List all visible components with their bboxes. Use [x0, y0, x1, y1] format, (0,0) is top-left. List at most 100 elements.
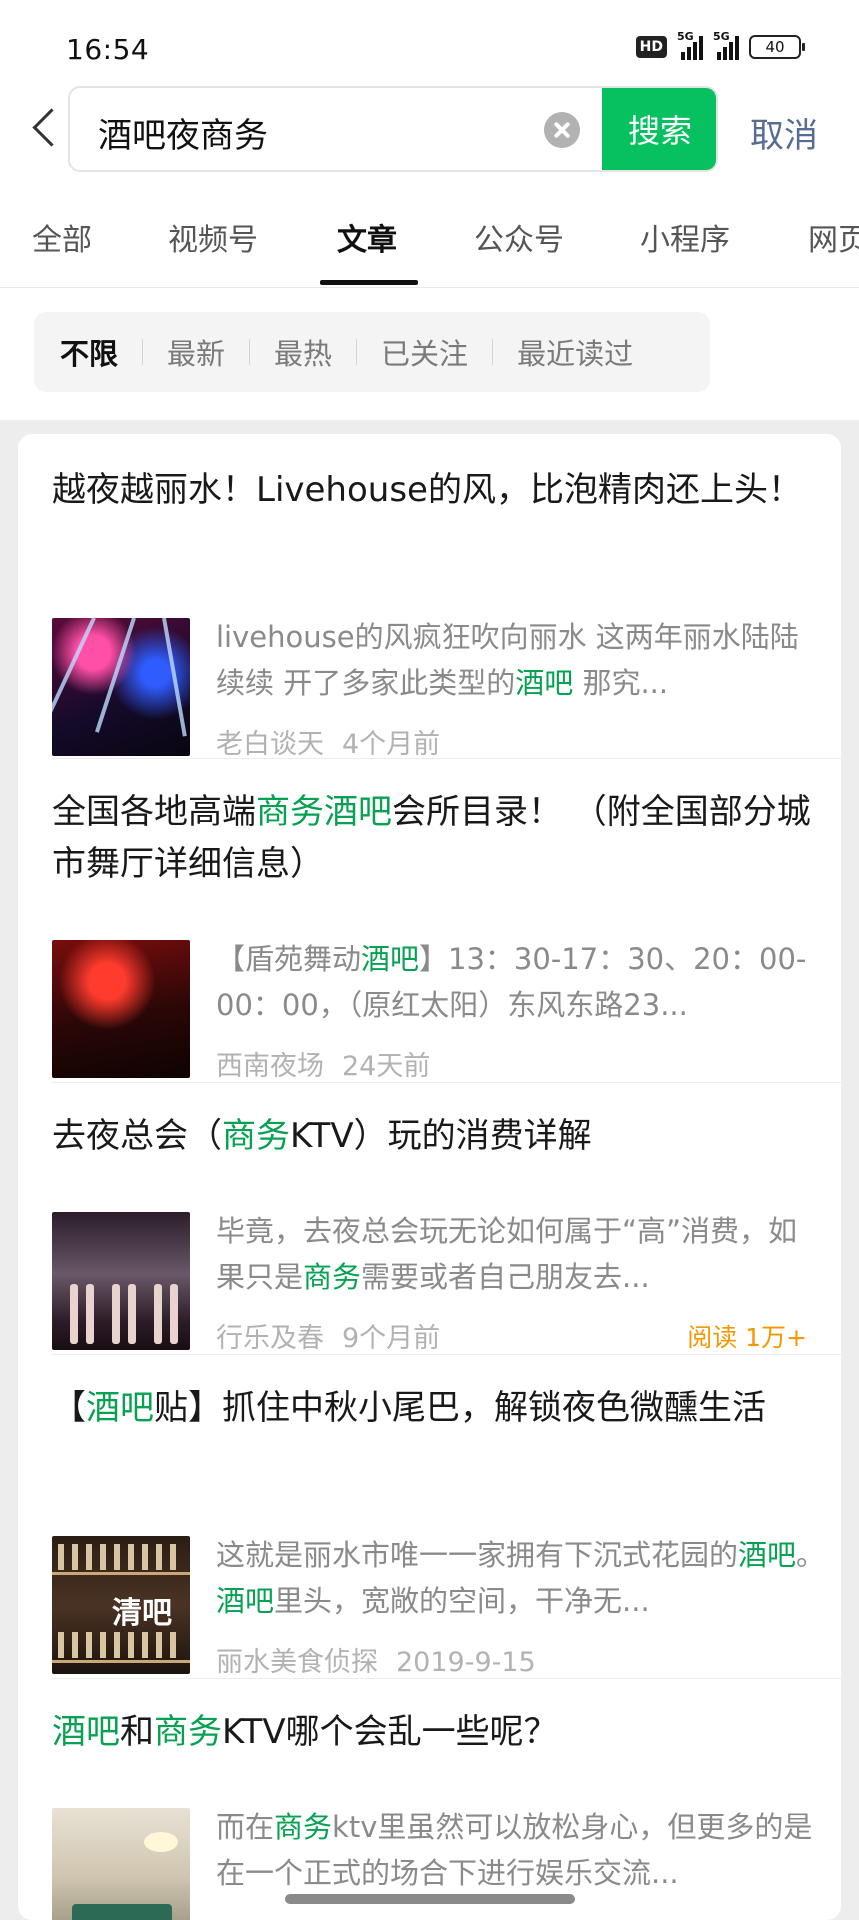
keyword-highlight: 商务酒吧	[256, 792, 392, 832]
filter-divider	[249, 339, 251, 365]
search-input[interactable]: 酒吧夜商务	[98, 108, 268, 157]
keyword-highlight: 商务	[274, 1810, 333, 1844]
text-segment: 【	[52, 1388, 86, 1428]
status-time: 16:54	[66, 33, 150, 66]
keyword-highlight: 酒吧	[216, 1584, 275, 1618]
back-arrow-icon[interactable]	[30, 108, 54, 148]
keyword-highlight: 酒吧	[738, 1538, 797, 1572]
result-item[interactable]: 全国各地高端商务酒吧会所目录！ （附全国部分城市舞厅详细信息） 【盾苑舞动酒吧】…	[18, 786, 841, 1082]
filter-hottest[interactable]: 最热	[274, 331, 332, 373]
result-divider	[52, 1678, 841, 1679]
tab-mini-programs[interactable]: 小程序	[640, 215, 730, 259]
text-segment: 贴】抓住中秋小尾巴，解锁夜色微醺生活	[154, 1388, 766, 1428]
home-indicator[interactable]	[285, 1894, 575, 1904]
result-date: 24天前	[342, 1051, 431, 1082]
text-segment: 。	[796, 1538, 826, 1572]
result-thumbnail: 清吧	[52, 1536, 190, 1674]
result-date: 4个月前	[342, 729, 441, 760]
result-title[interactable]: 全国各地高端商务酒吧会所目录！ （附全国部分城市舞厅详细信息）	[52, 786, 812, 890]
hd-voice-icon: HD	[635, 36, 667, 58]
tab-articles[interactable]: 文章	[337, 215, 397, 259]
text-segment: KTV哪个会乱一些呢？	[222, 1712, 558, 1752]
result-date: 2019-9-15	[396, 1647, 536, 1678]
keyword-highlight: 商务	[154, 1712, 222, 1752]
result-item[interactable]: 【酒吧贴】抓住中秋小尾巴，解锁夜色微醺生活 清吧 这就是丽水市唯一一家拥有下沉式…	[18, 1382, 841, 1678]
result-thumbnail	[52, 1212, 190, 1350]
status-bar: 16:54 HD 5G 5G 40	[0, 0, 859, 80]
result-meta: 西南夜场 24天前	[216, 1044, 430, 1083]
tab-all[interactable]: 全部	[32, 215, 92, 259]
system-icons: HD 5G 5G 40	[635, 30, 805, 60]
text-segment: livehouse的风疯狂吹向丽水 这两年丽水陆陆续续 开了多家此类型的	[216, 620, 799, 700]
result-thumbnail	[52, 1808, 190, 1920]
text-segment: 和	[120, 1712, 154, 1752]
filter-any[interactable]: 不限	[60, 331, 118, 373]
active-tab-indicator	[320, 280, 418, 285]
filter-bar: 不限 最新 最热 已关注 最近读过	[34, 312, 710, 392]
result-item[interactable]: 越夜越丽水！Livehouse的风，比泡精肉还上头！ livehouse的风疯狂…	[18, 464, 841, 760]
tab-channels[interactable]: 视频号	[168, 215, 258, 259]
result-thumbnail	[52, 618, 190, 756]
keyword-highlight: 商务	[303, 1260, 362, 1294]
header-area: 16:54 HD 5G 5G 40 酒吧夜商务 搜索 取消 全部 视频号 文章 …	[0, 0, 859, 420]
text-segment: 需要或者自己朋友去...	[361, 1260, 650, 1294]
result-meta: 行乐及春 9个月前	[216, 1316, 440, 1355]
text-segment: 这就是丽水市唯一一家拥有下沉式花园的	[216, 1538, 739, 1572]
result-divider	[52, 1082, 841, 1083]
signal-icon-1: 5G	[677, 30, 703, 60]
keyword-highlight: 酒吧	[86, 1388, 154, 1428]
text-segment: 那究...	[573, 666, 669, 700]
result-snippet: 毕竟，去夜总会玩无论如何属于“高”消费，如果只是商务需要或者自己朋友去...	[216, 1208, 826, 1300]
text-segment: 【盾苑舞动	[216, 942, 362, 976]
text-segment: 而在	[216, 1810, 275, 1844]
keyword-highlight: 商务	[222, 1116, 290, 1156]
clear-search-icon[interactable]	[544, 112, 580, 148]
result-title[interactable]: 去夜总会（商务KTV）玩的消费详解	[52, 1110, 812, 1162]
keyword-highlight: 酒吧	[52, 1712, 120, 1752]
thumbnail-logo-text: 清吧	[112, 1596, 172, 1631]
result-title[interactable]: 【酒吧贴】抓住中秋小尾巴，解锁夜色微醺生活	[52, 1382, 812, 1434]
result-snippet: 而在商务ktv里虽然可以放松身心，但更多的是在一个正式的场合下进行娱乐交流...	[216, 1804, 826, 1896]
text-segment: 全国各地高端	[52, 792, 256, 832]
read-count-badge: 阅读 1万+	[687, 1323, 807, 1352]
result-date: 9个月前	[342, 1323, 441, 1354]
category-tabs: 全部 视频号 文章 公众号 小程序 网页	[0, 215, 859, 287]
text-segment: 去夜总会（	[52, 1116, 222, 1156]
text-segment: 里头，宽敞的空间，干净无...	[274, 1584, 650, 1618]
filter-newest[interactable]: 最新	[167, 331, 225, 373]
filter-divider	[492, 339, 494, 365]
result-title[interactable]: 越夜越丽水！Livehouse的风，比泡精肉还上头！	[52, 464, 812, 516]
filter-recently-read[interactable]: 最近读过	[517, 331, 633, 373]
signal-icon-2: 5G	[713, 30, 739, 60]
result-snippet: 【盾苑舞动酒吧】13：30-17：30、20：00-00：00，（原红太阳）东风…	[216, 936, 826, 1028]
result-title[interactable]: 酒吧和商务KTV哪个会乱一些呢？	[52, 1706, 812, 1758]
result-divider	[52, 758, 841, 759]
battery-icon: 40	[749, 35, 805, 59]
keyword-highlight: 酒吧	[515, 666, 574, 700]
result-item[interactable]: 酒吧和商务KTV哪个会乱一些呢？ 而在商务ktv里虽然可以放松身心，但更多的是在…	[18, 1706, 841, 1920]
tab-official-accounts[interactable]: 公众号	[474, 215, 564, 259]
search-box[interactable]: 酒吧夜商务 搜索	[68, 86, 718, 172]
result-source[interactable]: 丽水美食侦探	[216, 1647, 378, 1678]
result-snippet: livehouse的风疯狂吹向丽水 这两年丽水陆陆续续 开了多家此类型的酒吧 那…	[216, 614, 826, 706]
result-source[interactable]: 西南夜场	[216, 1051, 324, 1082]
results-list: 越夜越丽水！Livehouse的风，比泡精肉还上头！ livehouse的风疯狂…	[18, 434, 841, 1920]
result-meta: 丽水美食侦探 2019-9-15	[216, 1640, 536, 1679]
result-item[interactable]: 去夜总会（商务KTV）玩的消费详解 毕竟，去夜总会玩无论如何属于“高”消费，如果…	[18, 1110, 841, 1354]
result-thumbnail	[52, 940, 190, 1078]
result-source[interactable]: 老白谈天	[216, 729, 324, 760]
result-meta: 老白谈天 4个月前	[216, 722, 440, 761]
result-source[interactable]: 行乐及春	[216, 1323, 324, 1354]
filter-divider	[356, 339, 358, 365]
filter-following[interactable]: 已关注	[381, 331, 468, 373]
tab-web[interactable]: 网页	[808, 215, 859, 259]
result-snippet: 这就是丽水市唯一一家拥有下沉式花园的酒吧。酒吧里头，宽敞的空间，干净无...	[216, 1532, 826, 1624]
filter-divider	[142, 339, 144, 365]
text-segment: KTV）玩的消费详解	[290, 1116, 592, 1156]
keyword-highlight: 酒吧	[361, 942, 420, 976]
text-segment: 越夜越丽水！Livehouse的风，比泡精肉还上头！	[52, 470, 802, 510]
search-button[interactable]: 搜索	[602, 88, 716, 170]
cancel-button[interactable]: 取消	[750, 108, 818, 157]
result-divider	[52, 1354, 841, 1355]
tabs-divider	[0, 287, 859, 288]
